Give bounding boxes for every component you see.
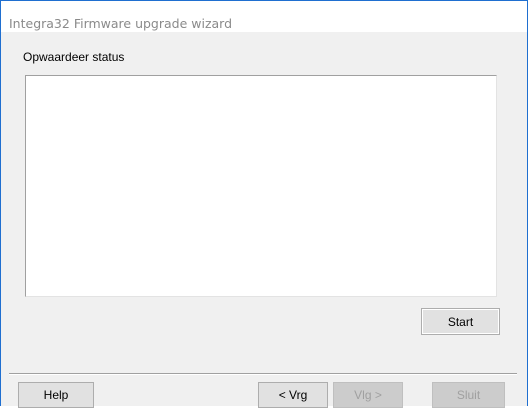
footer-divider xyxy=(9,373,517,375)
window-title: Integra32 Firmware upgrade wizard xyxy=(9,16,233,31)
upgrade-status-label: Opwaardeer status xyxy=(23,50,125,64)
wizard-window: Integra32 Firmware upgrade wizard Opwaar… xyxy=(0,0,528,408)
previous-button[interactable]: < Vrg xyxy=(258,382,328,408)
help-button[interactable]: Help xyxy=(18,382,94,408)
close-button[interactable]: Sluit xyxy=(432,382,505,408)
title-bar[interactable]: Integra32 Firmware upgrade wizard xyxy=(1,1,527,32)
start-button[interactable]: Start xyxy=(421,308,500,335)
next-button[interactable]: Vlg > xyxy=(333,382,403,408)
upgrade-status-log[interactable] xyxy=(25,75,497,297)
